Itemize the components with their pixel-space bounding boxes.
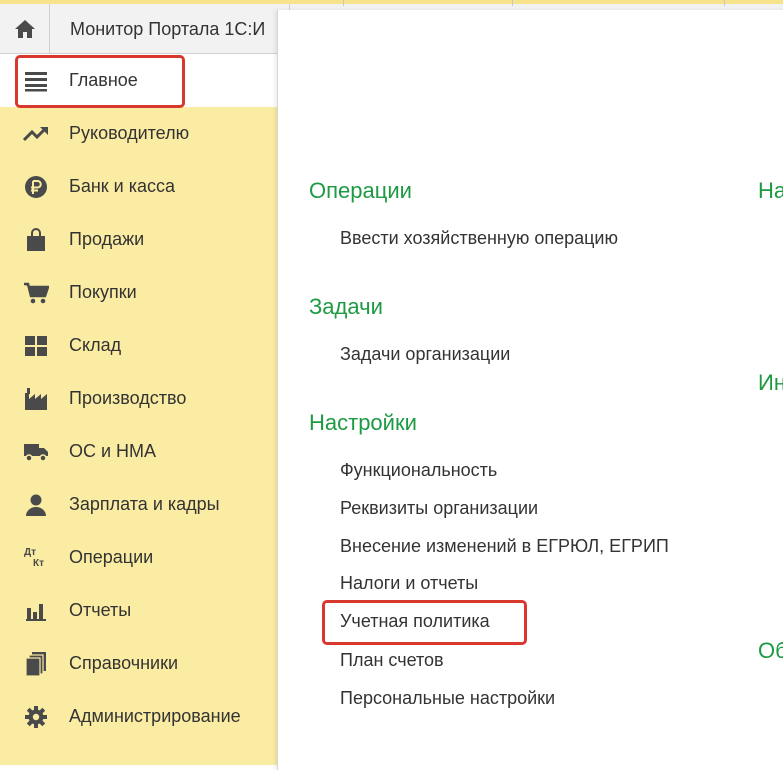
sidebar-item-main[interactable]: Главное — [0, 54, 277, 107]
top-divider — [512, 0, 513, 6]
sidebar-item-purchases[interactable]: Покупки — [0, 266, 277, 319]
link-organization-details[interactable]: Реквизиты организации — [340, 498, 538, 519]
sidebar-item-administration[interactable]: Администрирование — [0, 690, 277, 743]
sidebar-item-salary[interactable]: Зарплата и кадры — [0, 478, 277, 531]
bar-chart-icon — [22, 597, 50, 625]
link-personal-settings[interactable]: Персональные настройки — [340, 688, 555, 709]
sidebar-item-label: Продажи — [69, 229, 145, 249]
sidebar-item-reports[interactable]: Отчеты — [0, 584, 277, 637]
sidebar-item-bank[interactable]: Банк и касса — [0, 160, 277, 213]
credit-glyph: Кт — [33, 557, 45, 569]
sidebar-item-label: Справочники — [69, 653, 179, 673]
cart-icon — [22, 279, 50, 307]
sidebar-item-label: Главное — [69, 70, 138, 90]
link-organization-tasks[interactable]: Задачи организации — [340, 344, 510, 365]
sidebar-item-production[interactable]: Производство — [0, 372, 277, 425]
sidebar-item-label: Администрирование — [69, 706, 241, 726]
menu-icon — [22, 67, 50, 95]
right-column-title-fragment: Об — [758, 638, 783, 663]
section-title-operations: Операции — [309, 178, 412, 203]
right-column-title-fragment: Ин — [758, 370, 783, 395]
link-egrul-changes[interactable]: Внесение изменений в ЕГРЮЛ, ЕГРИП — [340, 536, 669, 557]
sidebar-item-label: Склад — [69, 335, 122, 355]
books-icon — [22, 650, 50, 678]
link-chart-of-accounts[interactable]: План счетов — [340, 650, 444, 671]
sidebar-item-label: Руководителю — [69, 123, 190, 143]
sidebar-item-label: Банк и касса — [69, 176, 175, 196]
home-button[interactable] — [0, 4, 50, 54]
shopping-bag-icon — [22, 226, 50, 254]
gear-icon — [22, 703, 50, 731]
sidebar-item-label: Операции — [69, 547, 154, 567]
sidebar-item-label: Отчеты — [69, 600, 132, 620]
top-divider — [343, 0, 344, 6]
top-divider — [724, 0, 725, 6]
factory-icon — [22, 385, 50, 413]
sidebar-item-sales[interactable]: Продажи — [0, 213, 277, 266]
link-taxes-reports[interactable]: Налоги и отчеты — [340, 573, 478, 594]
sidebar-item-fixed-assets[interactable]: ОС и НМА — [0, 425, 277, 478]
sections-sidebar: Главное Руководителю Банк и касса Продаж… — [0, 54, 277, 765]
link-accounting-policy[interactable]: Учетная политика — [340, 611, 490, 632]
sidebar-item-manager[interactable]: Руководителю — [0, 107, 277, 160]
section-title-settings: Настройки — [309, 410, 417, 435]
truck-icon — [22, 438, 50, 466]
link-enter-operation[interactable]: Ввести хозяйственную операцию — [340, 228, 618, 249]
warehouse-grid-icon — [22, 332, 50, 360]
person-icon — [22, 491, 50, 519]
sidebar-item-operations[interactable]: Дт Кт Операции — [0, 531, 277, 584]
sidebar-item-catalogs[interactable]: Справочники — [0, 637, 277, 690]
open-tab-title[interactable]: Монитор Портала 1С:И — [50, 4, 290, 54]
link-functionality[interactable]: Функциональность — [340, 460, 497, 481]
home-icon — [14, 20, 35, 38]
sidebar-item-label: ОС и НМА — [69, 441, 157, 461]
sidebar-item-label: Зарплата и кадры — [69, 494, 220, 514]
sidebar-item-warehouse[interactable]: Склад — [0, 319, 277, 372]
right-column-title-fragment: На — [758, 178, 783, 203]
debit-credit-icon: Дт Кт — [22, 544, 50, 572]
section-title-tasks: Задачи — [309, 294, 383, 319]
trend-icon — [22, 120, 50, 148]
section-panel: Операции Ввести хозяйственную операцию З… — [277, 10, 783, 770]
debit-glyph: Дт — [24, 546, 37, 558]
ruble-icon — [22, 173, 50, 201]
sidebar-item-label: Покупки — [69, 282, 137, 302]
sidebar-item-label: Производство — [69, 388, 187, 408]
